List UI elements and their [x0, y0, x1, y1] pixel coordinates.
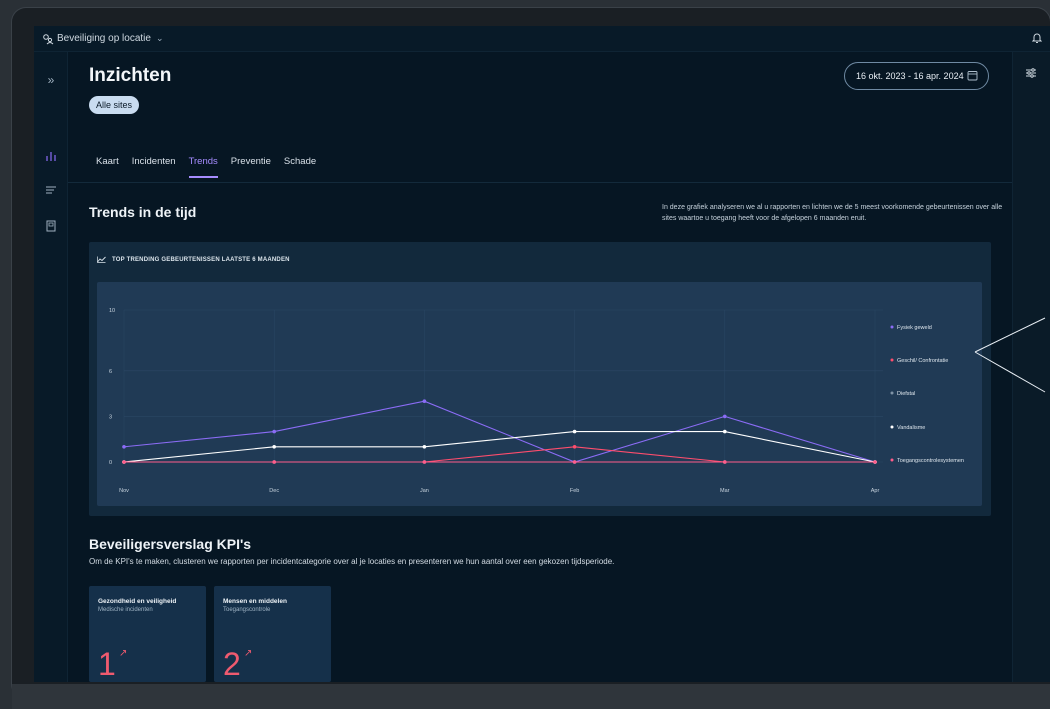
- annotation-callout: [974, 317, 1046, 393]
